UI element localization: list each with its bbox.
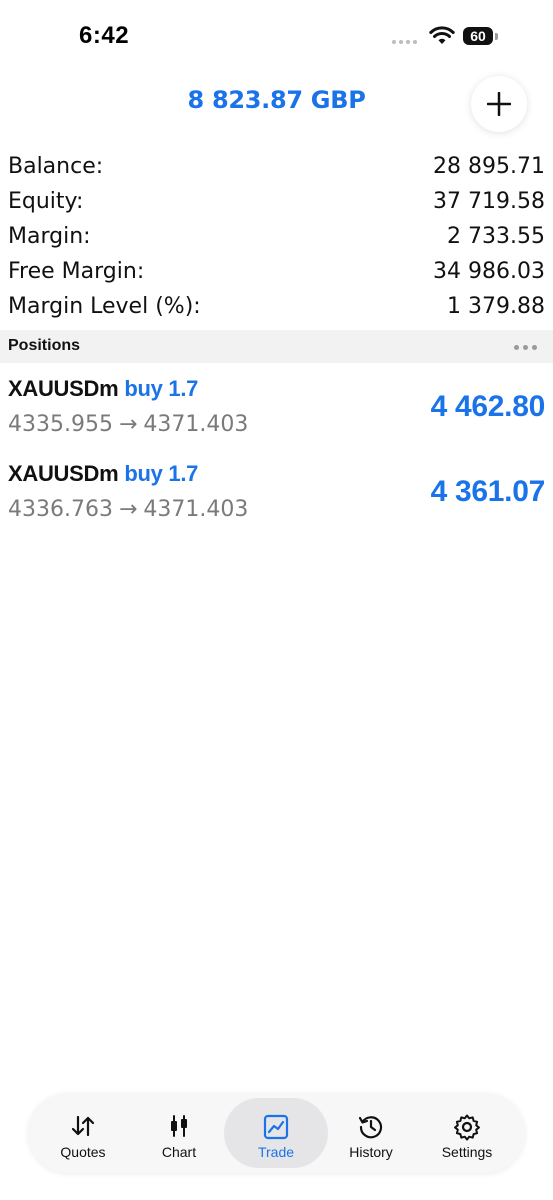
- cellular-signal-icon: [392, 40, 417, 44]
- plus-icon: [487, 92, 511, 116]
- battery-level: 60: [463, 27, 493, 45]
- chart-icon: [171, 1115, 187, 1137]
- tab-label: Chart: [161, 1144, 197, 1160]
- margin-level-row: Margin Level (%): 1 379.88: [0, 290, 553, 325]
- equity-row: Equity: 37 719.58: [0, 185, 553, 220]
- tab-quotes[interactable]: Quotes: [36, 1098, 130, 1168]
- status-bar: 6:42 60: [0, 0, 553, 70]
- tab-label: Trade: [257, 1144, 295, 1160]
- current-price: 4371.403: [143, 412, 249, 437]
- free-margin-label: Free Margin:: [8, 259, 145, 284]
- position-row[interactable]: XAUUSDm buy 1.7 4336.763 → 4371.403 4 361.0…: [0, 451, 553, 535]
- tab-label: Quotes: [60, 1144, 106, 1160]
- more-options-icon[interactable]: [514, 345, 537, 350]
- positions-section-header: Positions: [0, 330, 553, 363]
- equity-label: Equity:: [8, 189, 84, 214]
- tab-chart[interactable]: Chart: [132, 1098, 226, 1168]
- new-order-button[interactable]: [471, 76, 527, 132]
- tab-label: Settings: [441, 1144, 493, 1160]
- status-time: 6:42: [79, 22, 130, 49]
- open-price: 4336.763: [8, 497, 113, 522]
- balance-label: Balance:: [8, 154, 104, 179]
- margin-level-value: 1 379.88: [447, 294, 545, 319]
- wifi-icon: [429, 26, 455, 44]
- margin-row: Margin: 2 733.55: [0, 220, 553, 255]
- gear-icon: [454, 1114, 480, 1141]
- history-icon: [358, 1116, 383, 1139]
- position-side-volume: buy 1.7: [124, 376, 199, 401]
- position-profit: 4 462.80: [430, 390, 546, 423]
- margin-level-label: Margin Level (%):: [8, 294, 201, 319]
- battery-icon: 60: [463, 27, 499, 47]
- position-profit: 4 361.07: [430, 475, 546, 508]
- position-symbol: XAUUSDm: [8, 461, 119, 486]
- tab-settings[interactable]: Settings: [420, 1098, 514, 1168]
- positions-title: Positions: [8, 337, 81, 354]
- current-price: 4371.403: [143, 497, 249, 522]
- tab-trade[interactable]: Trade: [224, 1098, 328, 1168]
- position-symbol: XAUUSDm: [8, 376, 119, 401]
- tab-history[interactable]: History: [324, 1098, 418, 1168]
- balance-row: Balance: 28 895.71: [0, 150, 553, 185]
- account-summary: Balance: 28 895.71 Equity: 37 719.58 Mar…: [0, 150, 553, 325]
- free-margin-value: 34 986.03: [433, 259, 545, 284]
- trade-icon: [263, 1114, 289, 1140]
- tab-label: History: [349, 1144, 393, 1160]
- total-profit: 8 823.87 GBP: [187, 86, 366, 114]
- bottom-tab-bar: Quotes Chart Trade History Settings: [28, 1093, 525, 1173]
- margin-value: 2 733.55: [447, 224, 545, 249]
- balance-value: 28 895.71: [433, 154, 545, 179]
- position-row[interactable]: XAUUSDm buy 1.7 4335.955 → 4371.403 4 462.8…: [0, 366, 553, 450]
- arrow-right-icon: →: [118, 497, 138, 522]
- position-side-volume: buy 1.7: [124, 461, 199, 486]
- arrow-right-icon: →: [118, 412, 138, 437]
- open-price: 4335.955: [8, 412, 113, 437]
- free-margin-row: Free Margin: 34 986.03: [0, 255, 553, 290]
- equity-value: 37 719.58: [433, 189, 545, 214]
- quotes-icon: [71, 1115, 95, 1137]
- margin-label: Margin:: [8, 224, 91, 249]
